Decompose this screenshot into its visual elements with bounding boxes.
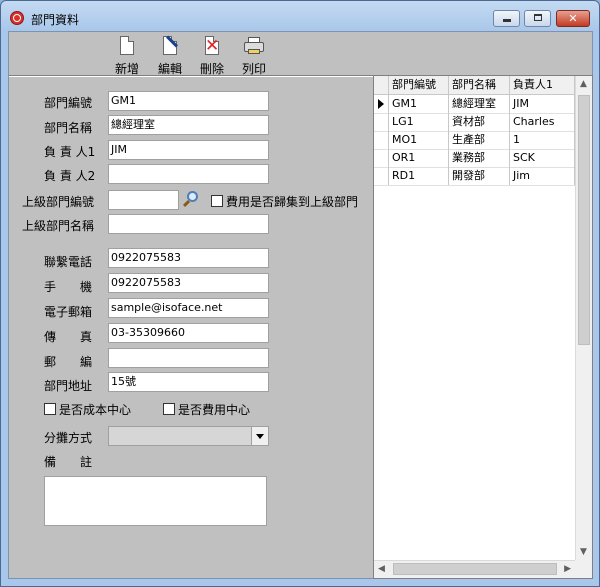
vertical-scrollbar[interactable]: ▲ ▼ <box>575 76 592 560</box>
allocation-select[interactable] <box>108 426 269 446</box>
new-document-icon <box>117 36 137 56</box>
table-cell[interactable]: 生產部 <box>449 131 510 149</box>
grid-header: 部門編號 部門名稱 負責人1 <box>374 76 575 95</box>
table-row[interactable]: GM1 總經理室 JIM <box>374 95 575 114</box>
scroll-right-icon[interactable]: ▶ <box>564 564 571 574</box>
parent-code-label: 上級部門編號 <box>22 195 95 209</box>
table-cell[interactable]: GM1 <box>389 95 449 113</box>
expense-center-label: 是否費用中心 <box>178 403 251 417</box>
phone-input[interactable]: 0922075583 <box>108 248 269 268</box>
row-indicator <box>374 131 389 149</box>
row-indicator <box>374 113 389 131</box>
print-icon <box>244 36 264 56</box>
grid-header-col[interactable]: 負責人1 <box>510 76 575 94</box>
table-row[interactable]: OR1 業務部 SCK <box>374 149 575 168</box>
parent-name-input[interactable] <box>108 214 269 234</box>
manager1-input[interactable]: JIM <box>108 140 269 160</box>
email-input[interactable]: sample@isoface.net <box>108 298 269 318</box>
grid-header-col[interactable]: 部門編號 <box>389 76 449 94</box>
table-cell[interactable]: OR1 <box>389 149 449 167</box>
row-indicator <box>374 167 389 185</box>
toolbar-print-button[interactable]: 列印 <box>234 32 274 76</box>
parent-name-label: 上級部門名稱 <box>22 219 95 233</box>
toolbar-delete-button[interactable]: ✕ 刪除 <box>192 32 232 76</box>
title-bar[interactable]: 部門資料 ✕ <box>1 1 599 31</box>
table-cell[interactable]: 總經理室 <box>449 95 510 113</box>
manager1-label: 負 責 人1 <box>44 145 96 159</box>
phone-label: 聯繫電話 <box>44 255 93 269</box>
table-cell[interactable]: MO1 <box>389 131 449 149</box>
row-indicator <box>374 95 389 113</box>
delete-icon: ✕ <box>205 36 220 56</box>
window-title: 部門資料 <box>31 13 80 27</box>
toolbar-edit-button[interactable]: 編輯 <box>150 32 190 76</box>
client-area: 新增 編輯 ✕ 刪除 列印 部門編號 GM1 部門名稱 總經理室 負 責 人1 … <box>8 31 593 579</box>
chevron-down-icon[interactable] <box>251 427 268 445</box>
scrollbar-corner <box>575 560 592 578</box>
cost-center-label: 是否成本中心 <box>59 403 132 417</box>
remark-textarea[interactable] <box>44 476 267 526</box>
mobile-input[interactable]: 0922075583 <box>108 273 269 293</box>
cost-center-checkbox[interactable] <box>44 403 56 415</box>
zip-input[interactable] <box>108 348 269 368</box>
maximize-icon <box>534 14 542 21</box>
department-grid[interactable]: 部門編號 部門名稱 負責人1 GM1 總經理室 JIM LG1 資材部 Charles MO… <box>373 75 593 579</box>
allocation-label: 分攤方式 <box>44 431 93 445</box>
parent-code-input[interactable] <box>108 190 179 210</box>
scroll-down-icon[interactable]: ▼ <box>580 547 587 557</box>
manager2-input[interactable] <box>108 164 269 184</box>
horizontal-scroll-thumb[interactable] <box>393 563 557 575</box>
dept-name-input[interactable]: 總經理室 <box>108 115 269 135</box>
table-cell[interactable]: 1 <box>510 131 575 149</box>
table-cell[interactable]: LG1 <box>389 113 449 131</box>
department-window: 部門資料 ✕ 新增 編輯 ✕ 刪除 列印 部門編號 GM1 部門名稱 總經理室 … <box>0 0 600 587</box>
dept-code-label: 部門編號 <box>44 96 93 110</box>
close-icon: ✕ <box>568 12 578 25</box>
aggregate-to-parent-label: 費用是否歸集到上級部門 <box>226 195 359 209</box>
search-icon[interactable] <box>181 190 201 210</box>
grid-header-indicator <box>374 76 389 94</box>
fax-label: 傳 真 <box>44 330 93 344</box>
table-cell[interactable]: Jim <box>510 167 575 185</box>
remark-label: 備 註 <box>44 455 93 469</box>
table-cell[interactable]: SCK <box>510 149 575 167</box>
table-row[interactable]: LG1 資材部 Charles <box>374 113 575 132</box>
scroll-left-icon[interactable]: ◀ <box>378 564 385 574</box>
table-cell[interactable]: RD1 <box>389 167 449 185</box>
zip-label: 郵 編 <box>44 355 93 369</box>
address-input[interactable]: 15號 <box>108 372 269 392</box>
maximize-button[interactable] <box>524 10 551 27</box>
grid-header-col[interactable]: 部門名稱 <box>449 76 510 94</box>
dept-name-label: 部門名稱 <box>44 121 93 135</box>
row-indicator <box>374 149 389 167</box>
vertical-scroll-thumb[interactable] <box>578 95 590 345</box>
table-cell[interactable]: 資材部 <box>449 113 510 131</box>
aggregate-to-parent-checkbox[interactable] <box>211 195 223 207</box>
table-cell[interactable]: Charles <box>510 113 575 131</box>
mobile-label: 手 機 <box>44 280 93 294</box>
email-label: 電子郵箱 <box>44 305 93 319</box>
dept-code-input[interactable]: GM1 <box>108 91 269 111</box>
table-cell[interactable]: JIM <box>510 95 575 113</box>
minimize-button[interactable] <box>493 10 520 27</box>
fax-input[interactable]: 03-35309660 <box>108 323 269 343</box>
table-row[interactable]: MO1 生產部 1 <box>374 131 575 150</box>
current-row-icon <box>378 99 384 109</box>
expense-center-checkbox[interactable] <box>163 403 175 415</box>
table-cell[interactable]: 業務部 <box>449 149 510 167</box>
toolbar-new-button[interactable]: 新增 <box>107 32 147 76</box>
table-row[interactable]: RD1 開發部 Jim <box>374 167 575 186</box>
scroll-up-icon[interactable]: ▲ <box>580 79 587 89</box>
address-label: 部門地址 <box>44 379 93 393</box>
table-cell[interactable]: 開發部 <box>449 167 510 185</box>
edit-icon <box>160 35 180 56</box>
horizontal-scrollbar[interactable]: ◀ ▶ <box>374 560 575 578</box>
close-button[interactable]: ✕ <box>556 10 590 27</box>
manager2-label: 負 責 人2 <box>44 169 96 183</box>
app-globe-icon <box>10 11 24 25</box>
minimize-icon <box>503 19 511 22</box>
